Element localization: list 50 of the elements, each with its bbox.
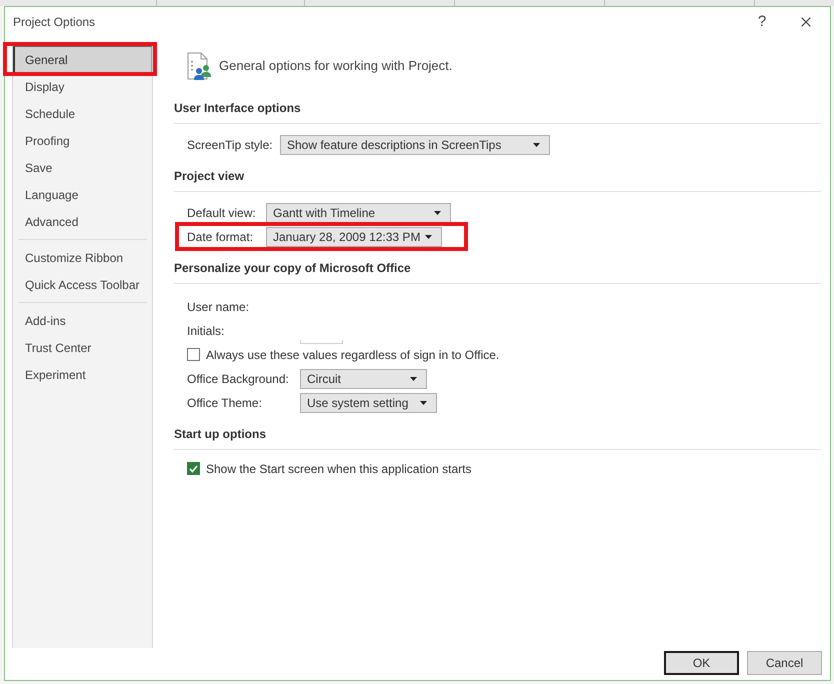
- sidebar-item[interactable]: Display: [13, 73, 152, 100]
- field-label: User name:: [187, 298, 250, 316]
- field-label: Date format:: [187, 228, 254, 246]
- field-label: Office Background:: [187, 370, 290, 388]
- dropdown[interactable]: January 28, 2009 12:33 PM: [266, 226, 442, 246]
- dialog-button[interactable]: OK: [664, 651, 739, 675]
- caret-icon: [410, 376, 417, 380]
- dropdown-value: Gantt with Timeline: [273, 204, 376, 222]
- sidebar-item[interactable]: Schedule: [13, 100, 152, 127]
- sidebar-item[interactable]: Experiment: [13, 361, 152, 388]
- sidebar-item[interactable]: Save: [13, 154, 152, 181]
- dropdown-value: Circuit: [307, 370, 342, 388]
- dialog-button[interactable]: Cancel: [747, 651, 822, 675]
- document-people-icon: [186, 52, 214, 80]
- dropdown[interactable]: Circuit: [300, 368, 427, 388]
- dropdown[interactable]: Gantt with Timeline: [266, 202, 451, 222]
- page-description: General options for working with Project.: [219, 57, 452, 76]
- window-title: Project Options: [13, 14, 96, 31]
- sidebar-item[interactable]: Advanced: [13, 208, 152, 235]
- dropdown-value: Show feature descriptions in ScreenTips: [287, 136, 502, 154]
- dropdown[interactable]: Show feature descriptions in ScreenTips: [280, 134, 550, 154]
- section-heading: Personalize your copy of Microsoft Office: [174, 260, 411, 277]
- field-label: ScreenTip style:: [187, 136, 274, 154]
- sidebar-item[interactable]: Language: [13, 181, 152, 208]
- sidebar-item[interactable]: General: [13, 46, 152, 73]
- checkbox[interactable]: [187, 462, 200, 475]
- checkbox-label: Always use these values regardless of sign in to Office.: [206, 346, 500, 364]
- section-heading: Project view: [174, 168, 244, 185]
- checkbox[interactable]: [187, 348, 200, 361]
- dropdown-value: Use system setting: [307, 394, 408, 412]
- sidebar-item[interactable]: Trust Center: [13, 334, 152, 361]
- field-label: Default view:: [187, 204, 257, 222]
- input-field[interactable]: [300, 340, 343, 344]
- caret-icon: [425, 234, 432, 238]
- field-label: Initials:: [187, 322, 226, 340]
- sidebar-item[interactable]: Proofing: [13, 127, 152, 154]
- caret-icon: [434, 210, 441, 214]
- checkmark-icon: [189, 464, 198, 472]
- sidebar-item[interactable]: Add-ins: [13, 307, 152, 334]
- dropdown-value: January 28, 2009 12:33 PM: [273, 228, 420, 246]
- section-heading: User Interface options: [174, 100, 301, 117]
- sidebar-item[interactable]: Customize Ribbon: [13, 244, 152, 271]
- dropdown[interactable]: Use system setting: [300, 392, 437, 412]
- sidebar-item[interactable]: Quick Access Toolbar: [13, 271, 152, 298]
- checkbox-label: Show the Start screen when this application starts: [206, 460, 472, 478]
- field-label: Office Theme:: [187, 394, 263, 412]
- help-button[interactable]: ?: [747, 7, 777, 37]
- caret-icon: [420, 400, 427, 404]
- caret-icon: [533, 142, 540, 146]
- section-heading: Start up options: [174, 426, 266, 443]
